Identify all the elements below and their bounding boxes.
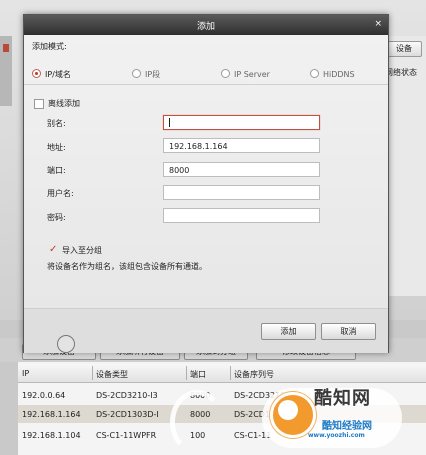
network-status-label: 网络状态 xyxy=(385,68,417,77)
watermark-swoosh xyxy=(170,390,224,454)
add-device-dialog: 添加 × 添加模式: IP/域名 IP段 IP Server HiDDNS 离线… xyxy=(23,14,389,353)
mouse-cursor-indicator xyxy=(57,335,75,353)
watermark-subtitle: 酷知经验网 xyxy=(322,421,372,432)
offline-add-label: 离线添加 xyxy=(48,99,80,108)
dialog-divider xyxy=(24,84,388,85)
right-device-button[interactable]: 设备 xyxy=(386,41,422,57)
name-field[interactable] xyxy=(163,115,320,130)
username-label: 用户名: xyxy=(47,189,74,198)
address-field[interactable]: 192.168.1.164 xyxy=(163,138,320,153)
import-group-label: 导入至分组 xyxy=(62,246,102,255)
import-group-check-icon[interactable]: ✓ xyxy=(49,244,57,255)
column-separator xyxy=(92,366,93,380)
radio-label: IP段 xyxy=(145,70,161,79)
dialog-title-bar[interactable]: 添加 × xyxy=(24,15,388,35)
add-mode-label: 添加模式: xyxy=(32,42,67,51)
cell-ip: 192.0.0.64 xyxy=(22,391,66,400)
add-button[interactable]: 添加 xyxy=(261,323,316,340)
watermark-logo: 酷知网 酷知经验网 www.yoozhi.com xyxy=(262,380,412,450)
dialog-title: 添加 xyxy=(196,22,215,32)
column-separator xyxy=(186,366,187,380)
port-field[interactable]: 8000 xyxy=(163,162,320,177)
radio-ip-server[interactable]: IP Server xyxy=(221,69,270,79)
name-label: 别名: xyxy=(47,119,66,128)
username-field[interactable] xyxy=(163,185,320,200)
cell-ip: 192.168.1.164 xyxy=(22,410,81,419)
left-panel-marker xyxy=(3,44,9,52)
cancel-button[interactable]: 取消 xyxy=(321,323,376,340)
left-panel-strip xyxy=(0,36,12,106)
watermark-url: www.yoozhi.com xyxy=(308,432,365,439)
watermark-badge-center xyxy=(278,400,298,420)
radio-label: IP Server xyxy=(234,70,270,79)
column-header-port[interactable]: 端口 xyxy=(190,369,206,380)
password-label: 密码: xyxy=(47,213,66,222)
radio-selected-icon xyxy=(32,69,41,78)
radio-icon xyxy=(132,69,141,78)
radio-label: IP/域名 xyxy=(45,70,71,79)
radio-hiddns[interactable]: HiDDNS xyxy=(310,69,355,79)
address-label: 地址: xyxy=(47,143,66,152)
column-header-ip[interactable]: IP xyxy=(22,369,29,378)
offline-add-checkbox[interactable] xyxy=(34,99,44,109)
radio-ip-segment[interactable]: IP段 xyxy=(132,69,160,80)
column-separator xyxy=(230,366,231,380)
cell-device-type: CS-C1-11WPFR xyxy=(96,431,157,440)
radio-icon xyxy=(310,69,319,78)
cell-ip: 192.168.1.104 xyxy=(22,431,81,440)
text-caret xyxy=(169,118,170,127)
watermark-title: 酷知网 xyxy=(314,388,371,409)
port-label: 端口: xyxy=(47,166,66,175)
column-header-device-type[interactable]: 设备类型 xyxy=(96,369,128,380)
column-header-serial[interactable]: 设备序列号 xyxy=(234,369,274,380)
cell-device-type: DS-2CD1303D-I xyxy=(96,410,159,419)
radio-icon xyxy=(221,69,230,78)
cell-device-type: DS-2CD3210-I3 xyxy=(96,391,158,400)
close-icon[interactable]: × xyxy=(374,19,382,29)
password-field[interactable] xyxy=(163,208,320,223)
radio-label: HiDDNS xyxy=(323,70,355,79)
group-note: 将设备名作为组名，该组包含设备所有通道。 xyxy=(47,262,207,271)
radio-ip-domain[interactable]: IP/域名 xyxy=(32,69,71,80)
